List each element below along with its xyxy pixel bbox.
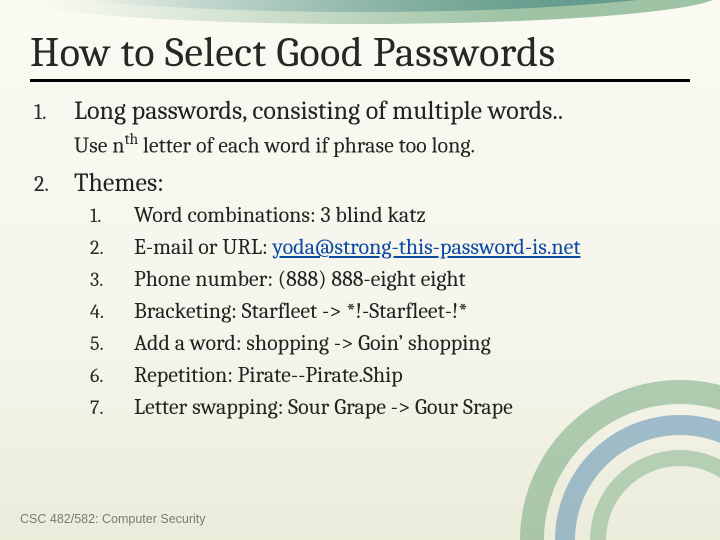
theme-text: Bracketing: Starfleet -> *!-Starfleet-!*	[134, 298, 468, 324]
theme-number: 6.	[90, 364, 134, 387]
subnote-pre: Use n	[74, 132, 125, 158]
list-number: 2.	[30, 171, 74, 197]
slide-body: How to Select Good Passwords 1. Long pas…	[0, 0, 720, 540]
theme-item-4: 4. Bracketing: Starfleet -> *!-Starfleet…	[90, 298, 690, 324]
slide-footer: CSC 482/582: Computer Security	[20, 512, 206, 526]
slide-title: How to Select Good Passwords	[30, 28, 690, 82]
theme-text: Repetition: Pirate--Pirate.Ship	[134, 362, 403, 388]
list-text: Long passwords, consisting of multiple w…	[74, 96, 563, 126]
theme-text: Phone number: (888) 888-eight eight	[134, 266, 466, 292]
list-item-1: 1. Long passwords, consisting of multipl…	[30, 96, 690, 126]
list-number: 1.	[30, 99, 74, 125]
theme-text: Word combinations: 3 blind katz	[134, 202, 426, 228]
theme-item-3: 3. Phone number: (888) 888-eight eight	[90, 266, 690, 292]
list-item-2: 2. Themes:	[30, 168, 690, 198]
theme-text: Letter swapping: Sour Grape -> Gour Srap…	[134, 394, 513, 420]
theme-link[interactable]: yoda@strong-this-password-is.net	[272, 234, 580, 260]
list-item-1-subnote: Use nth letter of each word if phrase to…	[74, 130, 690, 158]
theme-number: 2.	[90, 236, 134, 259]
ring-icon	[590, 450, 720, 540]
subnote-post: letter of each word if phrase too long.	[138, 132, 475, 158]
theme-text: E-mail or URL: yoda@strong-this-password…	[134, 234, 580, 260]
theme-number: 7.	[90, 396, 134, 419]
theme-item-6: 6. Repetition: Pirate--Pirate.Ship	[90, 362, 690, 388]
ring-icon	[555, 415, 720, 540]
theme-number: 1.	[90, 204, 134, 227]
theme-number: 3.	[90, 268, 134, 291]
list-text: Themes:	[74, 168, 164, 198]
theme-text: Add a word: shopping -> Goin’ shopping	[134, 330, 491, 356]
theme-number: 4.	[90, 300, 134, 323]
theme-item-5: 5. Add a word: shopping -> Goin’ shoppin…	[90, 330, 690, 356]
theme-item-1: 1. Word combinations: 3 blind katz	[90, 202, 690, 228]
theme-number: 5.	[90, 332, 134, 355]
theme-item-2: 2. E-mail or URL: yoda@strong-this-passw…	[90, 234, 690, 260]
theme-text-prefix: E-mail or URL:	[134, 234, 272, 260]
theme-item-7: 7. Letter swapping: Sour Grape -> Gour S…	[90, 394, 690, 420]
subnote-superscript: th	[125, 130, 139, 148]
